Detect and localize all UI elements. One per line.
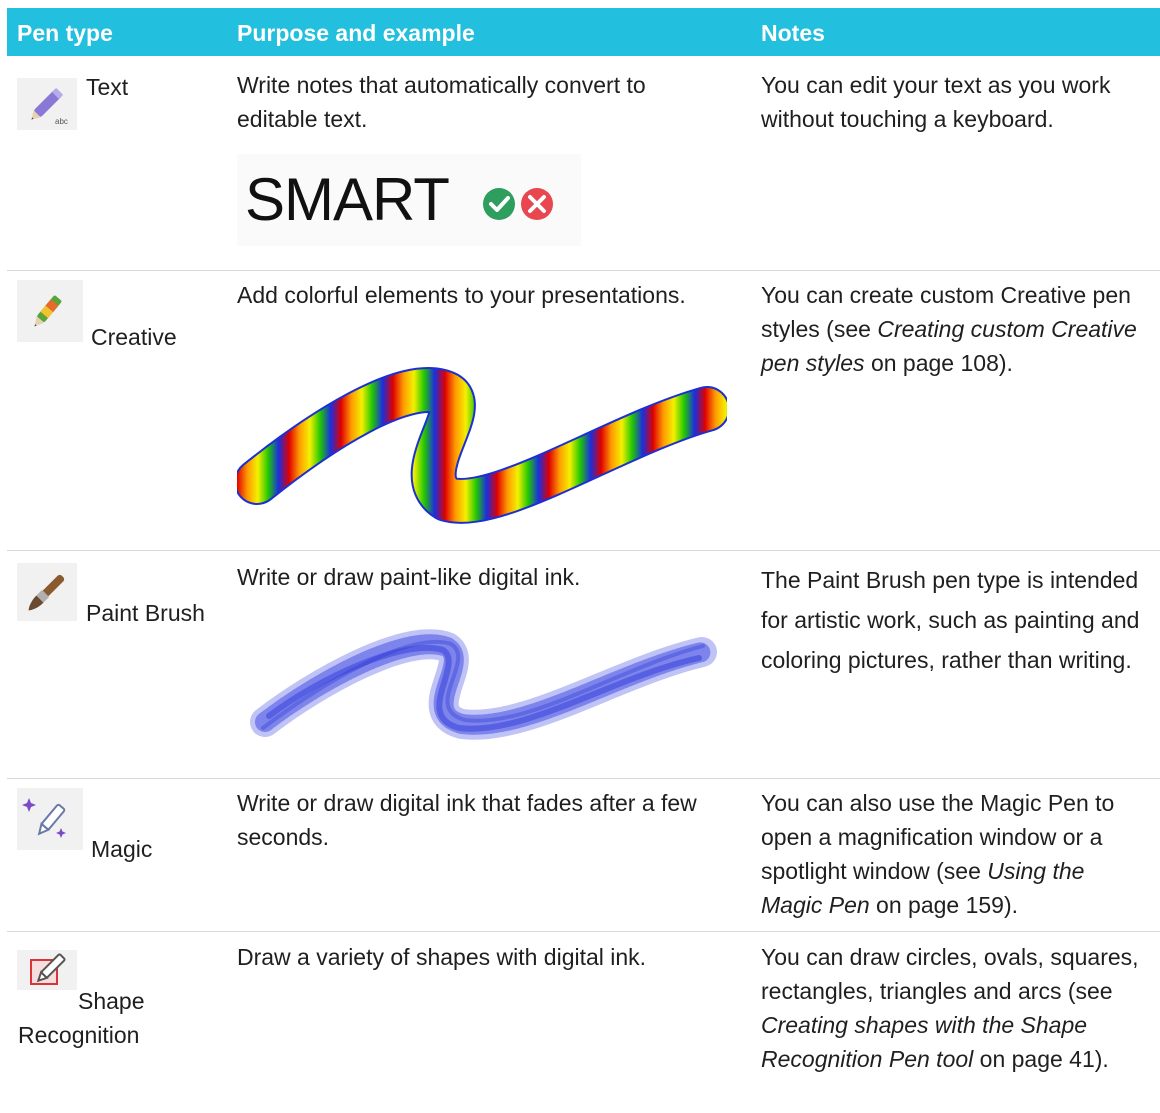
purpose-text: Add colorful elements to your presentati… bbox=[237, 282, 686, 308]
notes-text: You can create custom Creative pen style… bbox=[761, 282, 1137, 376]
creative-pen-icon bbox=[17, 280, 83, 342]
purpose-text: Write or draw digital ink that fades aft… bbox=[237, 790, 697, 850]
row-divider bbox=[7, 550, 1160, 551]
creative-example-image bbox=[234, 364, 730, 527]
magic-pen-icon bbox=[17, 788, 83, 850]
header-pen-type: Pen type bbox=[17, 20, 113, 46]
notes-text: You can edit your text as you work witho… bbox=[761, 72, 1111, 132]
svg-text:abc: abc bbox=[55, 117, 68, 126]
purpose-text: Draw a variety of shapes with digital in… bbox=[237, 944, 647, 970]
pen-name: Creative bbox=[91, 324, 177, 350]
smart-example-image: SMART bbox=[237, 154, 581, 246]
table-header: Pen type Purpose and example Notes bbox=[7, 8, 1160, 56]
row-divider bbox=[7, 270, 1160, 271]
paint-brush-icon bbox=[17, 563, 77, 621]
text-pen-icon: abc bbox=[17, 78, 77, 130]
notes-text: You can draw circles, ovals, squares, re… bbox=[761, 944, 1139, 1072]
paint-brush-example-image bbox=[237, 612, 721, 752]
notes-text: The Paint Brush pen type is intended for… bbox=[761, 567, 1140, 673]
check-icon bbox=[483, 188, 515, 220]
row-divider bbox=[7, 931, 1160, 932]
pen-name: Magic bbox=[91, 836, 153, 862]
pen-name: Shape Recognition bbox=[18, 988, 145, 1048]
smart-word: SMART bbox=[245, 166, 450, 233]
check-and-x-icons bbox=[483, 188, 553, 220]
pen-name: Paint Brush bbox=[86, 600, 205, 626]
header-notes: Notes bbox=[761, 20, 825, 46]
notes-text: You can also use the Magic Pen to open a… bbox=[761, 790, 1115, 918]
pen-name: Text bbox=[86, 74, 129, 100]
header-purpose: Purpose and example bbox=[237, 20, 475, 46]
purpose-text: Write or draw paint-like digital ink. bbox=[237, 564, 581, 590]
row-divider bbox=[7, 778, 1160, 779]
purpose-text: Write notes that automatically convert t… bbox=[237, 72, 646, 132]
